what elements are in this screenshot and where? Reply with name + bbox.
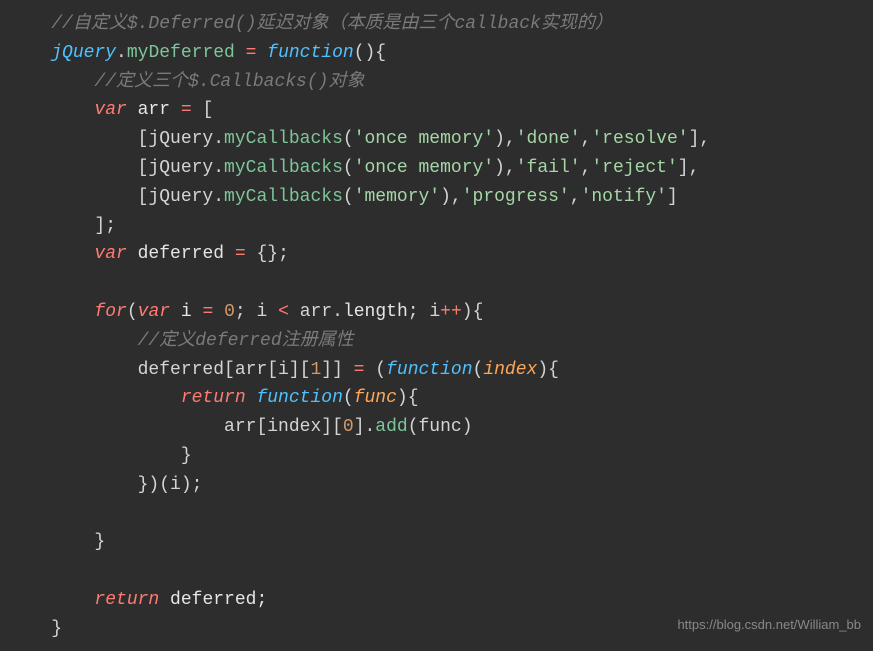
code-line: for(var i = 0; i < arr.length; i++){: [8, 298, 865, 327]
comment: //定义三个$.Callbacks()对象: [94, 72, 364, 92]
parameter: index: [483, 360, 537, 380]
method: myDeferred: [127, 43, 235, 63]
code-line: jQuery.myDeferred = function(){: [8, 39, 865, 68]
code-line: }: [8, 528, 865, 557]
comment: //定义deferred注册属性: [138, 331, 354, 351]
code-line: [8, 557, 865, 586]
keyword: for: [94, 302, 126, 322]
code-line: [jQuery.myCallbacks('once memory'),'done…: [8, 125, 865, 154]
code-line: [8, 500, 865, 529]
identifier: jQuery: [51, 43, 116, 63]
code-editor: //自定义$.Deferred()延迟对象（本质是由三个callback实现的）…: [8, 10, 865, 644]
keyword: var: [94, 100, 126, 120]
method: add: [375, 417, 407, 437]
code-line: //定义三个$.Callbacks()对象: [8, 68, 865, 97]
code-line: var deferred = {};: [8, 240, 865, 269]
watermark: https://blog.csdn.net/William_bb: [677, 615, 861, 636]
code-line: deferred[arr[i][1]] = (function(index){: [8, 356, 865, 385]
code-line: var arr = [: [8, 96, 865, 125]
code-line: //自定义$.Deferred()延迟对象（本质是由三个callback实现的）: [8, 10, 865, 39]
keyword: return: [94, 590, 159, 610]
code-line: arr[index][0].add(func): [8, 413, 865, 442]
string: 'once memory': [354, 129, 494, 149]
code-line: ];: [8, 212, 865, 241]
keyword: return: [181, 388, 246, 408]
number: 0: [224, 302, 235, 322]
code-line: //定义deferred注册属性: [8, 327, 865, 356]
code-line: }: [8, 442, 865, 471]
keyword: function: [267, 43, 353, 63]
code-line: [jQuery.myCallbacks('memory'),'progress'…: [8, 183, 865, 212]
code-line: [8, 269, 865, 298]
code-line: return function(func){: [8, 384, 865, 413]
code-line: })(i);: [8, 471, 865, 500]
code-line: [jQuery.myCallbacks('once memory'),'fail…: [8, 154, 865, 183]
code-line: return deferred;: [8, 586, 865, 615]
comment: //自定义$.Deferred()延迟对象（本质是由三个callback实现的）: [51, 14, 613, 34]
